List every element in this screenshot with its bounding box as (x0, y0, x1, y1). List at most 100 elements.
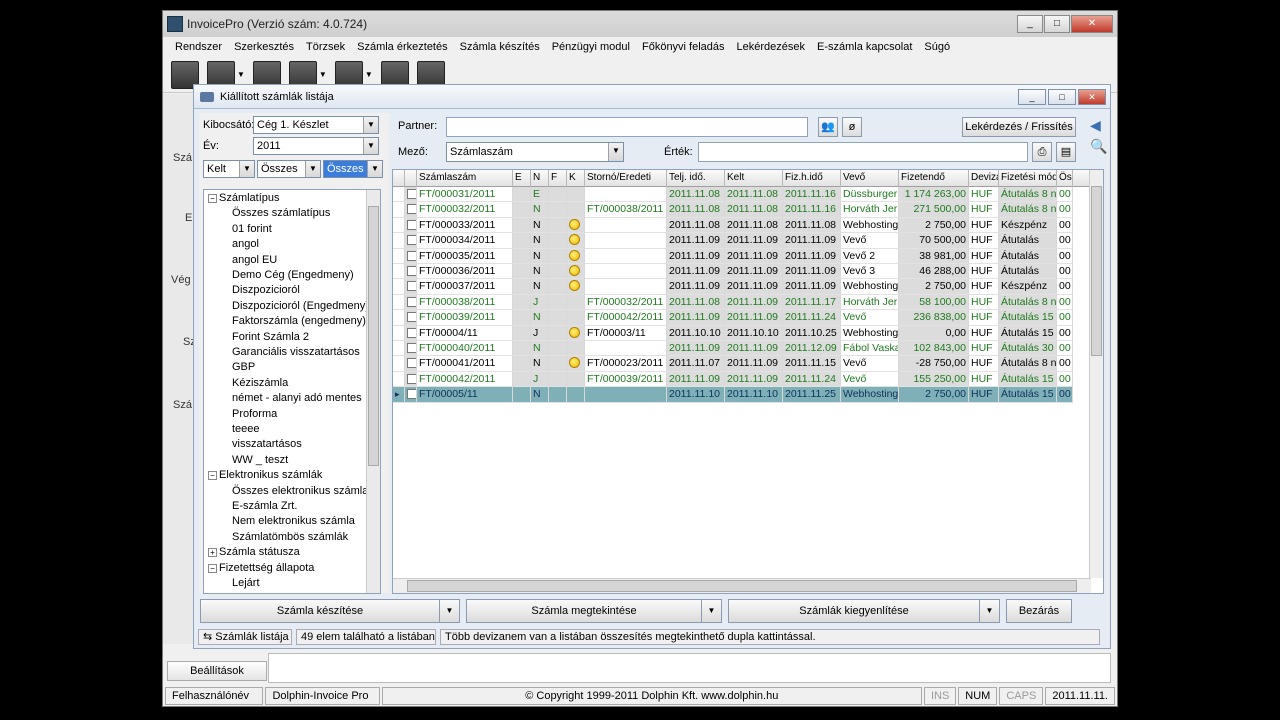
row-checkbox[interactable] (407, 219, 416, 230)
grid-vertical-scrollbar[interactable] (1089, 170, 1103, 578)
column-header[interactable]: Vevő (841, 170, 899, 187)
tree-item[interactable]: WW _ teszt (232, 454, 288, 466)
search-icon[interactable]: 🔍 (1090, 138, 1110, 155)
table-row[interactable]: FT/000035/2011 N 2011.11.09 2011.11.09 2011.… (393, 248, 1093, 264)
row-checkbox[interactable] (407, 296, 416, 307)
row-checkbox[interactable] (407, 189, 416, 199)
left-strip-item[interactable]: Szá (173, 399, 192, 411)
column-header[interactable]: Számlaszám (417, 170, 513, 187)
tree-item[interactable]: Garanciális visszatartásos (232, 346, 360, 358)
chevron-down-icon[interactable]: ▼ (367, 161, 382, 177)
child-minimize-button[interactable]: _ (1018, 88, 1046, 105)
tree-item[interactable]: Összes elektronikus számla (232, 485, 368, 497)
tree-item[interactable]: Forint Számla 2 (232, 331, 309, 343)
chevron-down-icon[interactable]: ▼ (363, 117, 378, 133)
table-row[interactable]: FT/00004/11 J FT/00003/11 2011.10.10 2011.10… (393, 325, 1093, 341)
table-row[interactable]: FT/000036/2011 N 2011.11.09 2011.11.09 2011.… (393, 264, 1093, 280)
chevron-down-icon[interactable]: ▼ (980, 599, 1000, 623)
chevron-down-icon[interactable]: ▼ (702, 599, 722, 623)
close-button[interactable]: ✕ (1071, 15, 1113, 33)
scroll-thumb[interactable] (407, 580, 1077, 592)
tree-item[interactable]: teeee (232, 423, 260, 435)
menu-lekerdezesek[interactable]: Lekérdezések (731, 41, 812, 53)
column-header[interactable]: Fizetési mód (999, 170, 1057, 187)
column-header[interactable]: E (513, 170, 531, 187)
child-close-button[interactable]: ✕ (1078, 88, 1106, 105)
collapse-left-icon[interactable]: ◀ (1090, 117, 1110, 134)
tree-group[interactable]: − Számlatípus (208, 192, 280, 204)
table-row[interactable]: FT/000041/2011 N FT/000023/2011 2011.11.07 2… (393, 356, 1093, 372)
view-invoice-button[interactable]: Számla megtekintése (466, 599, 702, 623)
column-header[interactable] (393, 170, 405, 187)
chevron-down-icon[interactable]: ▼ (365, 70, 373, 79)
row-checkbox[interactable] (407, 327, 416, 338)
column-header[interactable]: Stornó/Eredeti (585, 170, 667, 187)
tree-item[interactable]: Diszpozicioról (232, 284, 300, 296)
tree-item[interactable]: GBP (232, 361, 255, 373)
partner-input[interactable] (446, 117, 808, 137)
column-header[interactable]: Fizetendő (899, 170, 969, 187)
child-restore-button[interactable]: □ (1048, 88, 1076, 105)
menu-torzsek[interactable]: Törzsek (300, 41, 351, 53)
tree-group[interactable]: − Fizetettség állapota (208, 562, 314, 574)
kibocsato-select[interactable]: Cég 1. Készlet ▼ (253, 116, 379, 134)
table-row[interactable]: ▸ FT/00005/11 N 2011.11.10 2011.11.10 2011.11… (393, 387, 1093, 403)
tree-item[interactable]: visszatartásos (232, 438, 302, 450)
table-row[interactable]: FT/000040/2011 N 2011.11.09 2011.11.09 2011.… (393, 341, 1093, 357)
table-row[interactable]: FT/000037/2011 N 2011.11.09 2011.11.09 2011.… (393, 279, 1093, 295)
ertek-input[interactable] (698, 142, 1028, 162)
row-checkbox[interactable] (407, 312, 416, 323)
tree-item[interactable]: Nem elektronikus számla (232, 515, 355, 527)
chevron-down-icon[interactable]: ▼ (440, 599, 460, 623)
menu-e-szamla-kapcsolat[interactable]: E-számla kapcsolat (811, 41, 918, 53)
row-checkbox[interactable] (407, 204, 416, 215)
maximize-button[interactable]: □ (1044, 15, 1070, 33)
column-header[interactable]: Telj. idő. (667, 170, 725, 187)
menu-szerkesztes[interactable]: Szerkesztés (228, 41, 300, 53)
column-header[interactable]: Deviza (969, 170, 999, 187)
tree-item[interactable]: Proforma (232, 408, 277, 420)
row-checkbox[interactable] (407, 373, 416, 384)
tree-item[interactable]: Demo Cég (Engedmeny) (232, 269, 354, 281)
table-row[interactable]: FT/000039/2011 N FT/000042/2011 2011.11.09 2… (393, 310, 1093, 326)
tree-group[interactable]: + Számla státusza (208, 546, 300, 558)
row-checkbox[interactable] (407, 358, 416, 369)
menu-penzugyi-modul[interactable]: Pénzügyi modul (546, 41, 636, 53)
tree-group[interactable]: − Elektronikus számlák (208, 469, 322, 481)
form-view-button[interactable]: ▤ (1056, 142, 1076, 162)
chevron-down-icon[interactable]: ▼ (608, 143, 623, 161)
row-checkbox[interactable] (407, 281, 416, 292)
chevron-down-icon[interactable]: ▼ (363, 138, 378, 154)
tree-item[interactable]: 01 forint (232, 223, 272, 235)
chevron-down-icon[interactable]: ▼ (305, 161, 320, 177)
column-header[interactable]: Ös (1057, 170, 1073, 187)
settings-button[interactable]: Beállítások (167, 661, 267, 681)
collapse-icon[interactable]: − (208, 194, 217, 203)
tree-item[interactable]: Lejárt (232, 577, 260, 589)
osszes-select-1[interactable]: Összes ▼ (257, 160, 321, 178)
menu-szamla-erkeztetes[interactable]: Számla érkeztetés (351, 41, 453, 53)
column-header[interactable]: N (531, 170, 549, 187)
menu-sugo[interactable]: Súgó (918, 41, 956, 53)
tree-item[interactable]: Kéziszámla (232, 377, 288, 389)
tree-item[interactable]: E-számla Zrt. (232, 500, 297, 512)
table-row[interactable]: FT/000033/2011 N 2011.11.08 2011.11.08 2011.… (393, 217, 1093, 234)
row-checkbox[interactable] (407, 389, 416, 400)
tree-item[interactable]: angol (232, 238, 259, 250)
left-strip-item[interactable]: Szá (173, 152, 192, 164)
grid-horizontal-scrollbar[interactable] (393, 578, 1091, 593)
row-checkbox[interactable] (407, 250, 416, 261)
chevron-down-icon[interactable]: ▼ (237, 70, 245, 79)
query-refresh-button[interactable]: Lekérdezés / Frissítés (962, 117, 1076, 137)
close-window-button[interactable]: Bezárás (1006, 599, 1072, 623)
menu-fokonyvi-feladas[interactable]: Főkönyvi feladás (636, 41, 731, 53)
tree-item[interactable]: német - alanyi adó mentes (232, 392, 362, 404)
partner-lookup-button[interactable]: 👥 (818, 117, 838, 137)
tree-item[interactable]: angol EU (232, 254, 277, 266)
tree-item[interactable]: Számlatömbös számlák (232, 531, 348, 543)
mezo-select[interactable]: Számlaszám ▼ (446, 142, 624, 162)
tree-item[interactable]: Összes számlatípus (232, 207, 330, 219)
tree-item[interactable]: Faktorszámla (engedmeny) (232, 315, 366, 327)
menu-rendszer[interactable]: Rendszer (169, 41, 228, 53)
osszes-select-2[interactable]: Összes ▼ (323, 160, 383, 178)
